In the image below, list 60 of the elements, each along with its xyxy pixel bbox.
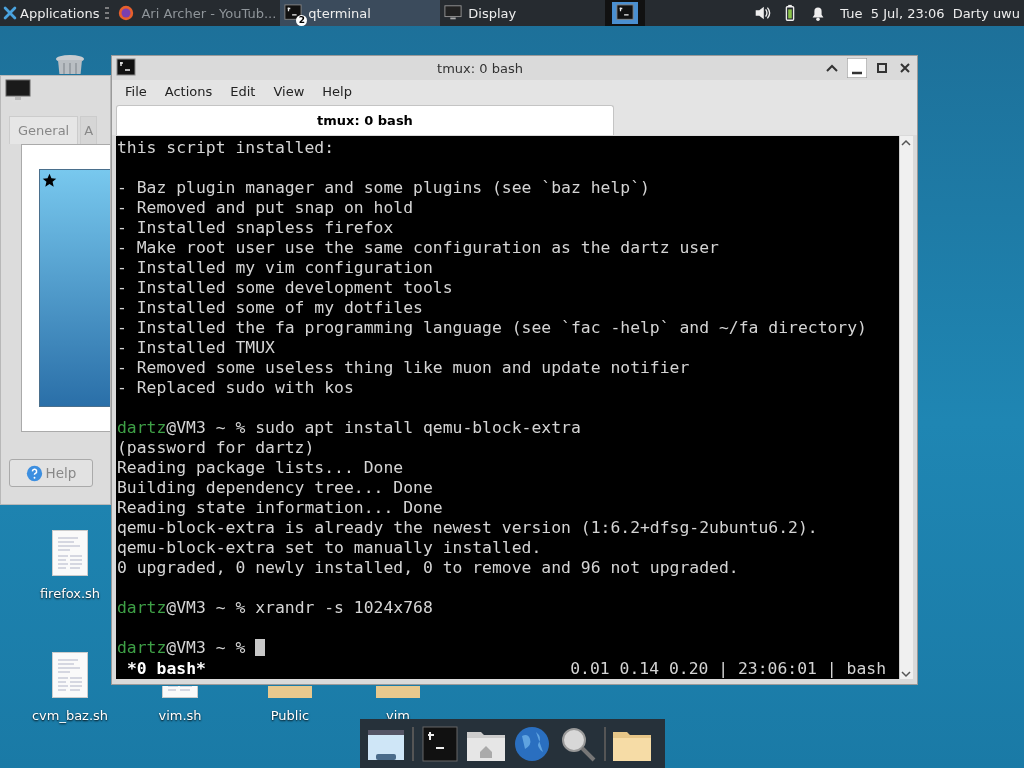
output-line: - Removed some useless thing like muon and update notifier xyxy=(117,358,691,378)
volume-icon[interactable] xyxy=(753,4,772,22)
monitor-preview[interactable] xyxy=(39,169,110,407)
output-line: Reading package lists... Done xyxy=(117,458,405,478)
scrollbar[interactable] xyxy=(899,136,913,679)
task-button[interactable]: Ari Archer - YouTub... xyxy=(113,0,281,26)
output-line: - Installed TMUX xyxy=(117,338,276,358)
monitor-icon xyxy=(444,4,463,22)
maximize-button[interactable] xyxy=(874,60,890,76)
count-badge: 2 xyxy=(296,15,308,26)
output-line: - Installed snapless firefox xyxy=(117,218,395,238)
output-line: - Installed the fa programming language (see `fac -help` and ~/fa directory) xyxy=(117,318,868,338)
menu-item[interactable]: File xyxy=(116,84,156,99)
task-button[interactable]: 2 qterminal xyxy=(280,0,441,26)
menu-item[interactable]: View xyxy=(264,84,314,99)
mouse-logo-icon xyxy=(3,6,17,20)
output-line: - Installed my vim configuration xyxy=(117,258,434,278)
browser-icon xyxy=(117,4,136,22)
output-line: 0 upgraded, 0 newly installed, 0 to remove and 96 not upgraded. xyxy=(117,558,740,578)
applications-menu[interactable]: Applications xyxy=(0,0,102,26)
status-info: 0.01 0.14 0.20 | 23:06:01 | bash xyxy=(570,659,886,679)
menu-item[interactable]: Help xyxy=(313,84,361,99)
menu-item[interactable]: Edit xyxy=(221,84,265,99)
output-line: - Removed and put snap on hold xyxy=(117,198,415,218)
file-name[interactable]: vim.sh xyxy=(158,708,202,723)
output-line: - Baz plugin manager and some plugins (see `baz help`) xyxy=(117,178,651,198)
output-line: qemu-block-extra is already the newest version (1:6.2+dfsg-2ubuntu6.2). xyxy=(117,518,819,538)
output-line: Reading state information... Done xyxy=(117,498,444,518)
tab[interactable]: tmux: 0 bash xyxy=(116,105,614,135)
output-line: - Installed some of my dotfiles xyxy=(117,298,424,318)
scroll-up-icon[interactable] xyxy=(900,138,912,148)
output-line: - Installed some development tools xyxy=(117,278,454,298)
clock[interactable]: Tue 5 Jul, 23:06 xyxy=(840,5,945,21)
prompt-line: dartz@VM3 ~ % xrandr -s 1024x768 xyxy=(117,598,434,618)
scroll-down-icon[interactable] xyxy=(900,669,912,679)
output-line: - Make root user use the same configuration as the dartz user xyxy=(117,238,720,258)
star-icon xyxy=(42,173,57,188)
window-title: tmux: 0 bash xyxy=(436,60,524,76)
terminal-icon xyxy=(284,4,303,22)
terminal-icon xyxy=(612,2,639,24)
file-name[interactable]: cvm_baz.sh xyxy=(31,708,109,723)
help-icon xyxy=(25,464,43,482)
prompt-line: dartz@VM3 ~ % sudo apt install qemu-block-extra xyxy=(117,418,582,438)
workspace-pager[interactable] xyxy=(605,0,646,26)
terminal-icon xyxy=(116,58,136,78)
handle-icon xyxy=(105,6,110,20)
output-line: - Replaced sudo with kos xyxy=(117,378,355,398)
output-line: qemu-block-extra set to manually installed. xyxy=(117,538,543,558)
file-name[interactable]: firefox.sh xyxy=(39,586,101,601)
prompt-line: dartz@VM3 ~ % xyxy=(117,638,899,658)
output-line: (password for dartz) xyxy=(117,438,316,458)
file-name[interactable]: Public xyxy=(270,708,310,723)
minimize-button[interactable] xyxy=(847,58,867,78)
terminal-icon[interactable] xyxy=(420,723,460,764)
output-line: this script installed: xyxy=(117,138,336,158)
output-line: Building dependency tree... Done xyxy=(117,478,434,498)
user-name[interactable]: Darty uwu xyxy=(952,5,1020,21)
task-button[interactable]: Display xyxy=(440,0,601,26)
menu-item[interactable]: Actions xyxy=(155,84,222,99)
status-window-label: *0 bash* xyxy=(127,659,206,679)
